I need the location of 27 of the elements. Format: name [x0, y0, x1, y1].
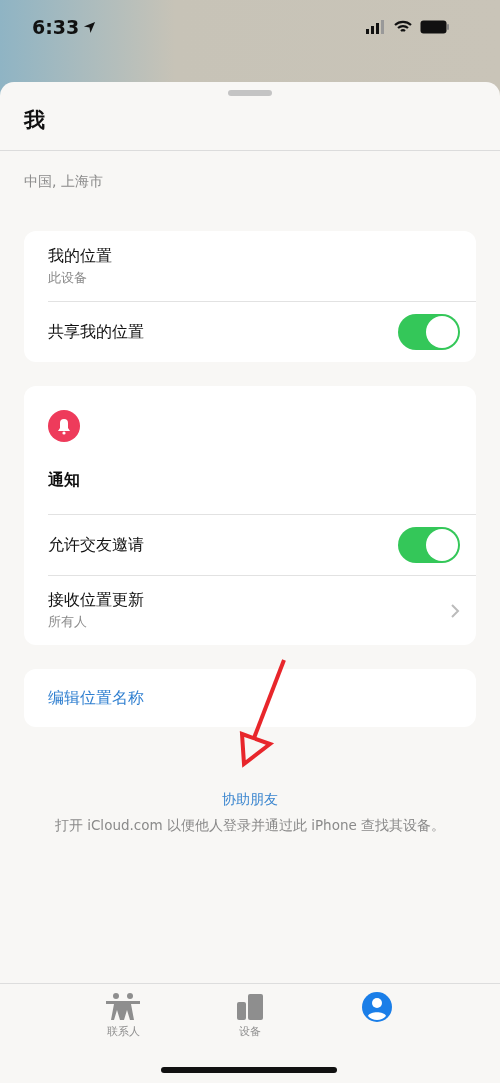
location-arrow-icon — [83, 20, 97, 34]
people-icon — [105, 992, 142, 1022]
row-label: 共享我的位置 — [48, 321, 144, 343]
tab-bar-item[interactable]: 联系人 — [60, 984, 187, 1040]
toggle-switch[interactable] — [398, 314, 460, 350]
row-label: 允许交友邀请 — [48, 534, 144, 556]
bell-icon — [48, 410, 80, 442]
wifi-icon — [394, 20, 412, 34]
devices-icon — [236, 992, 264, 1022]
help-friend-link[interactable]: 协助朋友 — [222, 791, 278, 809]
row-label: 我的位置 — [48, 245, 112, 267]
toggle-switch[interactable] — [398, 527, 460, 563]
row-label: 接收位置更新 — [48, 590, 144, 611]
tab-bar-item[interactable]: 设备 — [186, 984, 314, 1040]
status-time: 6:33 — [32, 16, 97, 38]
chevron-icon — [450, 602, 460, 619]
person-icon — [361, 992, 392, 1022]
row-sublabel: 此设备 — [48, 268, 88, 287]
sheet-title: 我 — [0, 96, 500, 151]
row-sublabel: 所有人 — [48, 613, 88, 631]
battery-icon — [420, 20, 450, 34]
help-description: 打开 iCloud.com 以便他人登录并通过此 iPhone 查找其设备。 — [54, 817, 446, 835]
section-title: 通知 — [48, 469, 80, 491]
sheet-grabber[interactable] — [228, 90, 272, 96]
location-text: 中国, 上海市 — [23, 172, 104, 191]
edit-location-name-link[interactable]: 编辑位置名称 — [48, 687, 144, 709]
signal-icon — [366, 20, 386, 34]
